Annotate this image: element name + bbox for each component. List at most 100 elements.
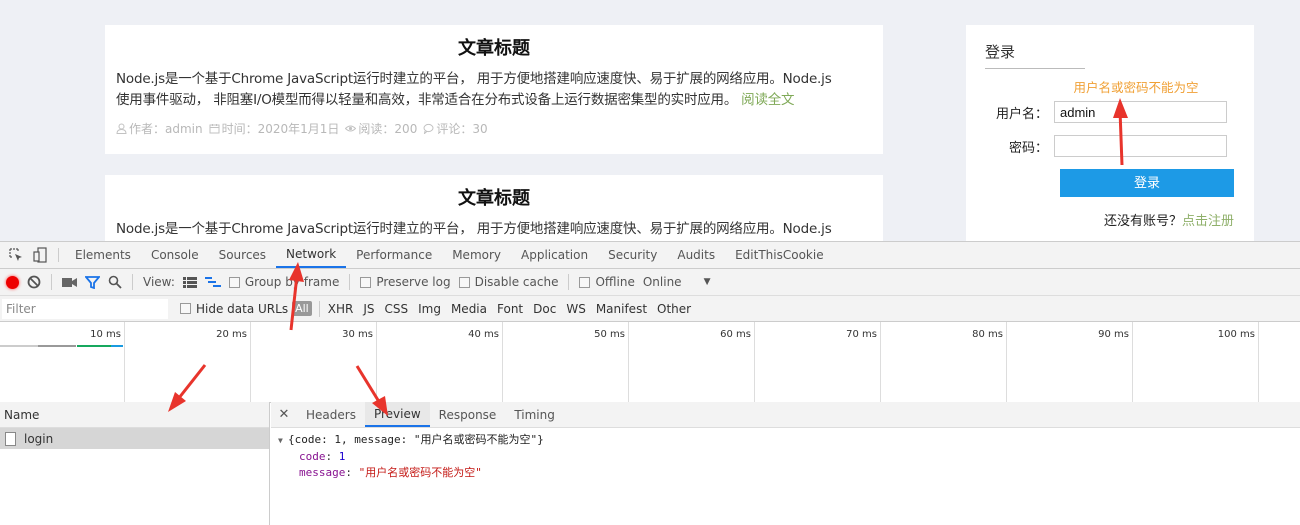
tab-sources[interactable]: Sources: [209, 242, 276, 268]
username-input[interactable]: [1054, 101, 1227, 123]
large-rows-icon[interactable]: [182, 276, 197, 288]
timeline-gridline: 50 ms: [504, 322, 629, 403]
dropdown-arrow-icon[interactable]: ▼: [704, 277, 711, 287]
tab-elements[interactable]: Elements: [65, 242, 141, 268]
tab-security[interactable]: Security: [598, 242, 667, 268]
detail-tab-bar: ✕ Headers Preview Response Timing: [271, 402, 1300, 428]
request-detail: ✕ Headers Preview Response Timing ▼ {code…: [271, 402, 1300, 525]
checkbox-box[interactable]: [360, 276, 372, 288]
tab-editthiscookie[interactable]: EditThisCookie: [725, 242, 834, 268]
tab-console[interactable]: Console: [141, 242, 209, 268]
tab-response[interactable]: Response: [430, 402, 506, 427]
name-column-header[interactable]: Name: [0, 402, 269, 428]
screenshot-camera-icon[interactable]: [62, 277, 77, 288]
network-overview-timeline[interactable]: 10 ms 20 ms 30 ms 40 ms 50 ms 60 ms 70 ms 80 ms…: [0, 322, 1300, 403]
password-input[interactable]: [1054, 135, 1227, 157]
checkbox-box[interactable]: [579, 276, 591, 288]
password-row: 密码：: [966, 135, 1227, 157]
json-key: message: [299, 466, 346, 479]
login-button[interactable]: 登录: [1060, 169, 1234, 197]
filter-type-manifest[interactable]: Manifest: [591, 302, 652, 316]
inspect-element-icon[interactable]: [4, 242, 28, 268]
timeline-gridline: 80 ms: [882, 322, 1007, 403]
json-key: code: [299, 450, 326, 463]
record-button[interactable]: [6, 275, 19, 289]
checkbox-box[interactable]: [458, 276, 470, 288]
group-by-frame-label: Group by frame: [244, 275, 340, 289]
tab-network[interactable]: Network: [276, 242, 347, 268]
article-title[interactable]: 文章标题: [116, 25, 872, 69]
article-card: 文章标题 Node.js是一个基于Chrome JavaScript运行时建立的…: [105, 25, 883, 154]
expand-triangle-icon[interactable]: ▼: [278, 433, 288, 449]
register-prompt-text: 还没有账号？: [1103, 214, 1182, 229]
article-card: 文章标题 Node.js是一个基于Chrome JavaScript运行时建立的…: [105, 175, 883, 241]
meta-author: 作者：admin: [116, 120, 203, 137]
tab-performance[interactable]: Performance: [346, 242, 442, 268]
filter-icon[interactable]: [85, 275, 100, 289]
timeline-tick-label: 20 ms: [216, 329, 247, 340]
timeline-tick-label: 80 ms: [972, 329, 1003, 340]
offline-checkbox[interactable]: Offline: [579, 275, 635, 289]
waterfall-overview-icon[interactable]: [204, 276, 221, 288]
document-icon: [5, 431, 16, 446]
filter-type-xhr[interactable]: XHR: [323, 302, 359, 316]
timeline-tick-label: 30 ms: [342, 329, 373, 340]
filter-type-js[interactable]: JS: [358, 302, 379, 316]
login-error-message: 用户名或密码不能为空: [1073, 80, 1199, 95]
json-preview: ▼ {code: 1, message: "用户名或密码不能为空"} code: …: [271, 428, 1300, 481]
hide-data-urls-checkbox[interactable]: Hide data URLs: [180, 302, 288, 316]
filter-type-font[interactable]: Font: [492, 302, 528, 316]
disable-cache-checkbox[interactable]: Disable cache: [458, 275, 558, 289]
json-string-value: "用户名或密码不能为空": [358, 466, 482, 479]
time-text: 时间：2020年1月1日: [221, 122, 340, 136]
network-lower-panel: Name login ✕ Headers Preview Response Ti…: [0, 402, 1300, 525]
filter-type-ws[interactable]: WS: [561, 302, 590, 316]
close-icon[interactable]: ✕: [271, 402, 297, 427]
filter-type-css[interactable]: CSS: [379, 302, 413, 316]
toolbar-divider: [51, 274, 52, 290]
filter-type-doc[interactable]: Doc: [528, 302, 561, 316]
filter-type-all[interactable]: All: [292, 301, 312, 316]
timeline-gridline: 60 ms: [630, 322, 755, 403]
request-row[interactable]: login: [0, 428, 269, 449]
checkbox-box[interactable]: [180, 303, 191, 314]
toolbar-divider: [349, 274, 351, 290]
timeline-gridline: 70 ms: [756, 322, 881, 403]
filter-type-media[interactable]: Media: [446, 302, 492, 316]
timeline-gridline: 90 ms: [1008, 322, 1133, 403]
preserve-log-label: Preserve log: [376, 275, 451, 289]
username-label: 用户名：: [995, 106, 1048, 122]
toolbar-divider: [132, 274, 133, 290]
throttling-select[interactable]: Online ▼: [643, 275, 711, 289]
device-toolbar-icon[interactable]: [28, 242, 52, 268]
search-icon[interactable]: [108, 275, 122, 289]
article-title[interactable]: 文章标题: [116, 175, 872, 219]
toolbar-divider: [568, 274, 570, 290]
tab-memory[interactable]: Memory: [442, 242, 511, 268]
meta-comments: 评论：30: [423, 120, 488, 137]
register-link[interactable]: 点击注册: [1182, 214, 1234, 229]
json-root-row[interactable]: ▼ {code: 1, message: "用户名或密码不能为空"}: [278, 432, 1300, 449]
timeline-gridline: 30 ms: [252, 322, 377, 403]
clear-icon[interactable]: [27, 275, 41, 289]
toolbar-divider: [318, 300, 320, 317]
user-icon: [116, 123, 127, 134]
filter-type-img[interactable]: Img: [413, 302, 446, 316]
timeline-tick-label: 50 ms: [594, 329, 625, 340]
checkbox-box[interactable]: [228, 276, 240, 288]
filter-input[interactable]: [2, 298, 168, 319]
filter-type-other[interactable]: Other: [652, 302, 696, 316]
tab-headers[interactable]: Headers: [297, 402, 365, 427]
group-by-frame-checkbox[interactable]: Group by frame: [228, 275, 340, 289]
tab-audits[interactable]: Audits: [667, 242, 725, 268]
tab-preview[interactable]: Preview: [364, 402, 430, 427]
json-property-row: message: "用户名或密码不能为空": [278, 465, 1300, 481]
preserve-log-checkbox[interactable]: Preserve log: [360, 275, 451, 289]
register-prompt: 还没有账号？点击注册: [1104, 210, 1234, 229]
login-panel: 登录 用户名或密码不能为空 用户名： 密码： 登录 还没有账号？点击注册: [966, 25, 1254, 241]
request-name: login: [24, 431, 54, 446]
tab-application[interactable]: Application: [511, 242, 598, 268]
tab-timing[interactable]: Timing: [505, 402, 564, 427]
timeline-tick-label: 100 ms: [1217, 329, 1255, 340]
read-more-link[interactable]: 阅读全文: [741, 92, 794, 108]
